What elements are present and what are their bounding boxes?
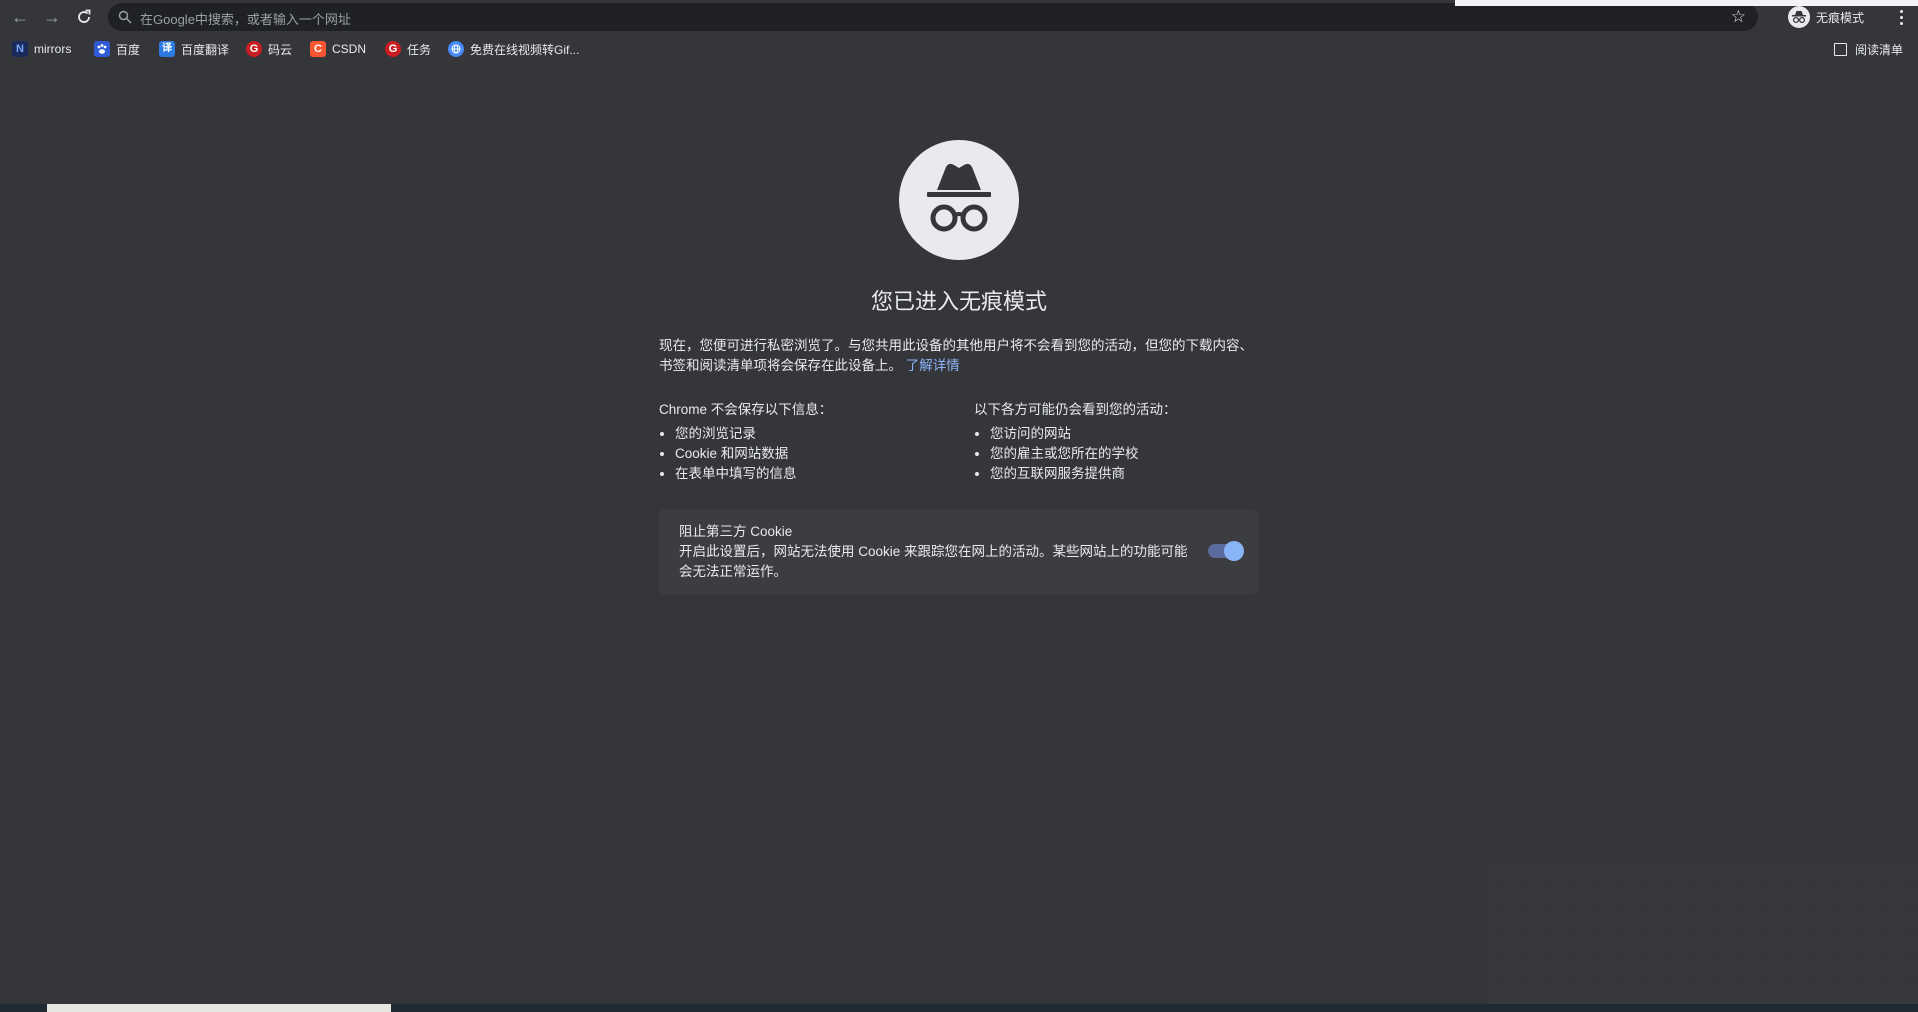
third-party-cookie-card: 阻止第三方 Cookie 开启此设置后，网站无法使用 Cookie 来跟踪您在网… [659, 510, 1259, 594]
gitee-icon: G [385, 41, 401, 57]
reading-list-icon [1834, 42, 1847, 56]
back-arrow-icon[interactable]: ← [8, 5, 32, 29]
bookmark-baidu[interactable]: 百度 [94, 39, 140, 59]
list-item: 您的互联网服务提供商 [990, 464, 1274, 484]
bookmark-baidu-translate[interactable]: 译 百度翻译 [159, 39, 229, 59]
bookmark-csdn[interactable]: C CSDN [310, 39, 366, 59]
not-saved-heading: Chrome 不会保存以下信息： [659, 402, 833, 417]
bookmark-label: 免费在线视频转Gif... [470, 42, 580, 57]
toggle-knob [1224, 541, 1244, 561]
bookmark-video-to-gif[interactable]: 免费在线视频转Gif... [448, 39, 579, 59]
bookmarks-bar: N mirrors 百度 译 百度翻译 G 码云 C CSDN G 任务 免费在… [0, 36, 1918, 62]
cookie-card-title: 阻止第三方 Cookie [679, 524, 793, 539]
reading-list-button[interactable]: 阅读清单 [1834, 39, 1903, 59]
reading-list-label: 阅读清单 [1855, 42, 1904, 57]
intro-paragraph: 现在，您便可进行私密浏览了。与您共用此设备的其他用户将不会看到您的活动，但您的下… [659, 336, 1259, 376]
not-saved-section: Chrome 不会保存以下信息： 您的浏览记录 Cookie 和网站数据 在表单… [659, 400, 959, 484]
reload-icon[interactable] [72, 5, 96, 29]
bookmark-label: CSDN [332, 42, 367, 56]
bookmark-label: 百度 [116, 42, 141, 57]
forward-arrow-icon[interactable]: → [40, 5, 64, 29]
still-visible-heading: 以下各方可能仍会看到您的活动： [974, 402, 1177, 417]
bookmark-star-icon[interactable]: ☆ [1731, 7, 1746, 27]
learn-more-link[interactable]: 了解详情 [906, 358, 960, 373]
gitee-icon: G [246, 41, 262, 57]
incognito-label: 无痕模式 [1816, 10, 1865, 25]
incognito-avatar-icon [1788, 6, 1810, 28]
bookmark-label: mirrors [34, 42, 72, 56]
search-icon [118, 10, 132, 24]
incognito-hero-icon [899, 140, 1019, 260]
bookmark-gitee[interactable]: G 码云 [246, 39, 292, 59]
bookmark-mirrors[interactable]: N mirrors [12, 39, 71, 59]
mirrors-icon: N [12, 41, 28, 57]
still-visible-section: 以下各方可能仍会看到您的活动： 您访问的网站 您的雇主或您所在的学校 您的互联网… [974, 400, 1274, 484]
cookie-card-description: 开启此设置后，网站无法使用 Cookie 来跟踪您在网上的活动。某些网站上的功能… [679, 544, 1188, 579]
dither-artifact [1488, 860, 1918, 1004]
list-item: Cookie 和网站数据 [675, 444, 959, 464]
incognito-profile-button[interactable]: 无痕模式 [1788, 5, 1864, 29]
list-item: 您的雇主或您所在的学校 [990, 444, 1274, 464]
page-title: 您已进入无痕模式 [870, 289, 1047, 314]
bookmark-label: 码云 [268, 42, 293, 57]
address-bar[interactable]: 在Google中搜索，或者输入一个网址 ☆ [108, 3, 1758, 31]
taskbar-light-segment [47, 1004, 391, 1012]
translate-icon: 译 [159, 41, 175, 57]
globe-icon [448, 41, 464, 57]
address-bar-placeholder: 在Google中搜索，或者输入一个网址 [140, 12, 351, 27]
csdn-icon: C [310, 41, 326, 57]
baidu-paw-icon [94, 41, 110, 57]
list-item: 您访问的网站 [990, 424, 1274, 444]
browser-toolbar: ← → 在Google中搜索，或者输入一个网址 ☆ 无痕模式 [0, 0, 1918, 34]
block-cookies-toggle[interactable] [1208, 541, 1244, 561]
bookmark-label: 任务 [407, 42, 432, 57]
list-item: 在表单中填写的信息 [675, 464, 959, 484]
more-menu-icon[interactable] [1893, 6, 1909, 28]
bookmark-label: 百度翻译 [181, 42, 230, 57]
list-item: 您的浏览记录 [675, 424, 959, 444]
bookmark-tasks[interactable]: G 任务 [385, 39, 431, 59]
